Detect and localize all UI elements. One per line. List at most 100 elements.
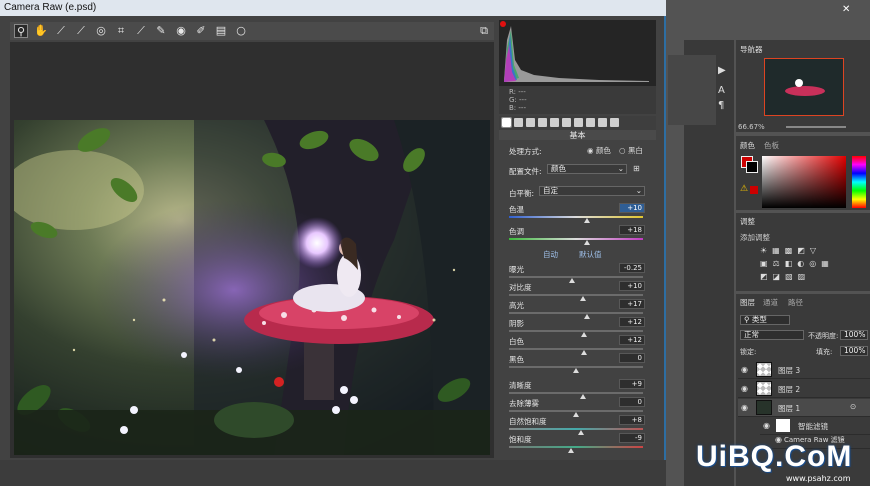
slider-track[interactable] <box>509 366 643 373</box>
preview-image[interactable] <box>14 120 490 455</box>
treatment-bw-radio[interactable]: ○ 黑白 <box>619 145 643 156</box>
straighten-icon[interactable]: ⟋ <box>134 24 148 38</box>
treatment-color-radio[interactable]: ◉ 颜色 <box>587 145 611 156</box>
slider-thumb[interactable] <box>567 448 574 453</box>
lens-tab-icon[interactable] <box>562 118 571 127</box>
hsl-tab-icon[interactable] <box>538 118 547 127</box>
navigator-tab[interactable]: 导航器 <box>740 44 763 55</box>
snapshots-tab-icon[interactable] <box>610 118 619 127</box>
slider-thumb[interactable] <box>583 218 590 223</box>
opacity-field[interactable]: 100% <box>840 330 868 340</box>
paragraph-icon[interactable]: ¶ <box>718 100 724 111</box>
slider-thumb[interactable] <box>581 332 588 337</box>
warning-icon: ⚠ <box>740 184 749 194</box>
white-balance-icon[interactable]: ⟋ <box>54 24 68 38</box>
layer-row-selected[interactable]: ◉ 图层 1 ⊙ <box>738 399 870 417</box>
default-link[interactable]: 默认值 <box>579 249 602 260</box>
visibility-eye-icon[interactable]: ◉ <box>763 421 770 430</box>
presets-tab-icon[interactable] <box>598 118 607 127</box>
slider-thumb[interactable] <box>583 314 590 319</box>
slider-value-field[interactable]: +17 <box>619 299 645 309</box>
close-icon[interactable]: ✕ <box>842 4 850 15</box>
gamut-swatch[interactable] <box>750 186 758 194</box>
basic-tab-icon[interactable] <box>501 117 512 128</box>
effects-tab-icon[interactable] <box>574 118 583 127</box>
slider-track[interactable] <box>509 238 643 245</box>
navigator-thumbnail[interactable] <box>764 58 844 116</box>
slider-thumb[interactable] <box>573 412 579 417</box>
color-field[interactable] <box>762 156 846 208</box>
red-eye-icon[interactable]: ◉ <box>174 24 188 38</box>
slider-value-field[interactable]: +18 <box>619 225 645 235</box>
slider-track[interactable] <box>509 392 643 399</box>
open-preferences-icon[interactable]: ⧉ <box>477 24 491 38</box>
slider-track[interactable] <box>509 410 643 417</box>
slider-thumb[interactable] <box>578 430 585 435</box>
paths-tab[interactable]: 路径 <box>788 297 803 308</box>
adjustment-icons[interactable]: ☀▦▩◩▽ ▣⚖◧◐◎▦ ◩◪▧▨ <box>760 244 860 283</box>
layer-row[interactable]: ◉ 图层 3 <box>738 361 870 379</box>
visibility-eye-icon[interactable]: ◉ <box>741 365 748 374</box>
swatches-tab[interactable]: 色板 <box>764 140 779 151</box>
kind-filter[interactable]: ⚲ 类型 <box>740 315 790 325</box>
split-toning-tab-icon[interactable] <box>550 118 559 127</box>
calibration-tab-icon[interactable] <box>586 118 595 127</box>
character-icon[interactable]: A <box>718 85 725 96</box>
slider-value-field[interactable]: 0 <box>619 397 645 407</box>
spot-removal-icon[interactable]: ✎ <box>154 24 168 38</box>
slider-thumb[interactable] <box>583 240 590 245</box>
slider-value-field[interactable]: 0 <box>619 353 645 363</box>
slider-value-field[interactable]: -9 <box>619 433 645 443</box>
tone-curve-tab-icon[interactable] <box>514 118 523 127</box>
detail-tab-icon[interactable] <box>526 118 535 127</box>
slider-value-field[interactable]: +10 <box>619 281 645 291</box>
slider-track[interactable] <box>509 312 643 319</box>
hand-icon[interactable]: ✋ <box>34 24 48 38</box>
crop-icon[interactable]: ⌗ <box>114 24 128 38</box>
layer-thumbnail <box>756 400 772 415</box>
play-icon[interactable]: ▶ <box>718 65 726 76</box>
slider-track[interactable] <box>509 276 643 283</box>
wb-dropdown[interactable]: 自定 ⌄ <box>539 186 645 196</box>
target-adjust-icon[interactable]: ◎ <box>94 24 108 38</box>
slider-track[interactable] <box>509 294 643 301</box>
background-color[interactable] <box>746 161 758 173</box>
basic-panel: 处理方式: ◉ 颜色 ○ 黑白 配置文件: 颜色 ⌄ ⊞ 白平衡: 自定 ⌄ 色温 +… <box>499 140 656 460</box>
slider-value-field[interactable]: -0.25 <box>619 263 645 273</box>
channels-tab[interactable]: 通道 <box>763 297 778 308</box>
slider-thumb[interactable] <box>581 350 588 355</box>
zoom-icon[interactable]: ⚲ <box>14 24 28 38</box>
slider-track[interactable] <box>509 446 643 453</box>
slider-thumb[interactable] <box>579 394 586 399</box>
radial-filter-icon[interactable]: ○ <box>234 24 248 38</box>
adjustment-brush-icon[interactable]: ✐ <box>194 24 208 38</box>
slider-value-field[interactable]: +12 <box>619 317 645 327</box>
color-tab[interactable]: 颜色 <box>740 140 755 151</box>
visibility-eye-icon[interactable]: ◉ <box>741 384 748 393</box>
color-sampler-icon[interactable]: ⟋ <box>74 24 88 38</box>
hue-slider[interactable] <box>852 156 866 208</box>
zoom-slider[interactable] <box>786 126 846 128</box>
layer-row[interactable]: ◉ 图层 2 <box>738 380 870 398</box>
slider-track[interactable] <box>509 216 643 223</box>
slider-value-field[interactable]: +10 <box>619 203 645 213</box>
visibility-eye-icon[interactable]: ◉ <box>741 403 748 412</box>
blend-mode[interactable]: 正常 <box>740 330 804 340</box>
profile-browser-icon[interactable]: ⊞ <box>633 164 640 173</box>
auto-link[interactable]: 自动 <box>543 249 558 260</box>
slider-track[interactable] <box>509 428 643 435</box>
adjustments-tab[interactable]: 调整 <box>740 216 755 227</box>
profile-dropdown[interactable]: 颜色 ⌄ <box>547 164 627 174</box>
slider-thumb[interactable] <box>579 296 586 301</box>
layers-tab[interactable]: 图层 <box>740 297 755 308</box>
fill-field[interactable]: 100% <box>840 346 868 356</box>
slider-thumb[interactable] <box>573 368 579 373</box>
layer-name: 图层 1 <box>778 404 801 413</box>
slider-track[interactable] <box>509 348 643 355</box>
slider-value-field[interactable]: +9 <box>619 379 645 389</box>
slider-track[interactable] <box>509 330 643 337</box>
slider-value-field[interactable]: +12 <box>619 335 645 345</box>
slider-value-field[interactable]: +8 <box>619 415 645 425</box>
graduated-filter-icon[interactable]: ▤ <box>214 24 228 38</box>
slider-thumb[interactable] <box>568 278 575 283</box>
